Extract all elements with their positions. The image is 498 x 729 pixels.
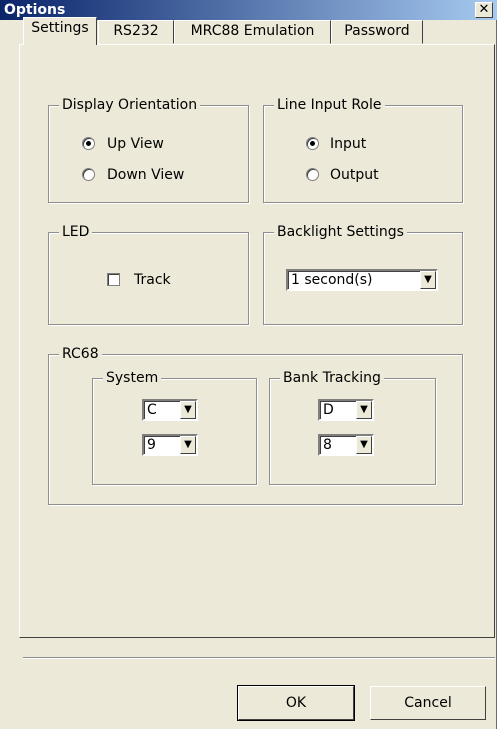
display-orientation-title: Display Orientation <box>59 96 201 114</box>
ok-button[interactable]: OK <box>237 685 355 721</box>
system-number-dropdown[interactable]: 9 ▼ <box>142 434 198 456</box>
options-dialog: Options ✕ Settings RS232 MRC88 Emulation… <box>0 0 497 729</box>
backlight-dropdown[interactable]: 1 second(s) ▼ <box>286 269 438 291</box>
system-letter-dropdown[interactable]: C ▼ <box>142 399 198 421</box>
chevron-down-icon[interactable]: ▼ <box>180 436 196 454</box>
rc68-title: RC68 <box>59 345 102 363</box>
chevron-down-icon[interactable]: ▼ <box>420 271 436 289</box>
radio-selected-dot <box>86 141 91 146</box>
tab-mrc88-emulation[interactable]: MRC88 Emulation <box>174 20 331 44</box>
tab-settings[interactable]: Settings <box>23 17 97 45</box>
down-view-label[interactable]: Down View <box>107 166 184 184</box>
window-title: Options <box>4 2 66 18</box>
bank-tracking-letter-value: D <box>323 402 334 418</box>
line-input-role-group: Line Input Role <box>263 96 463 203</box>
track-checkbox[interactable] <box>107 273 120 286</box>
radio-selected-dot <box>310 141 315 146</box>
output-label[interactable]: Output <box>330 166 379 184</box>
backlight-settings-title: Backlight Settings <box>274 223 407 241</box>
up-view-label[interactable]: Up View <box>107 135 164 153</box>
system-letter-value: C <box>147 402 157 418</box>
cancel-button[interactable]: Cancel <box>370 686 486 720</box>
system-number-value: 9 <box>147 437 156 453</box>
output-radio[interactable] <box>306 168 319 181</box>
led-title: LED <box>59 223 93 241</box>
backlight-value: 1 second(s) <box>291 272 373 288</box>
separator <box>23 657 495 659</box>
bank-tracking-title: Bank Tracking <box>280 369 384 387</box>
chevron-down-icon[interactable]: ▼ <box>356 401 372 419</box>
up-view-radio[interactable] <box>82 137 95 150</box>
bank-tracking-letter-dropdown[interactable]: D ▼ <box>318 399 374 421</box>
input-radio[interactable] <box>306 137 319 150</box>
bank-tracking-group: Bank Tracking <box>269 369 436 485</box>
bank-tracking-number-dropdown[interactable]: 8 ▼ <box>318 434 374 456</box>
down-view-radio[interactable] <box>82 168 95 181</box>
system-title: System <box>103 369 162 387</box>
input-label[interactable]: Input <box>330 135 366 153</box>
tab-rs232[interactable]: RS232 <box>98 20 174 44</box>
system-group: System <box>92 369 257 485</box>
track-label[interactable]: Track <box>134 271 171 289</box>
display-orientation-group: Display Orientation <box>48 96 249 203</box>
chevron-down-icon[interactable]: ▼ <box>180 401 196 419</box>
close-icon[interactable]: ✕ <box>475 2 493 18</box>
tab-password[interactable]: Password <box>331 20 423 44</box>
chevron-down-icon[interactable]: ▼ <box>356 436 372 454</box>
line-input-role-title: Line Input Role <box>274 96 385 114</box>
bank-tracking-number-value: 8 <box>323 437 332 453</box>
